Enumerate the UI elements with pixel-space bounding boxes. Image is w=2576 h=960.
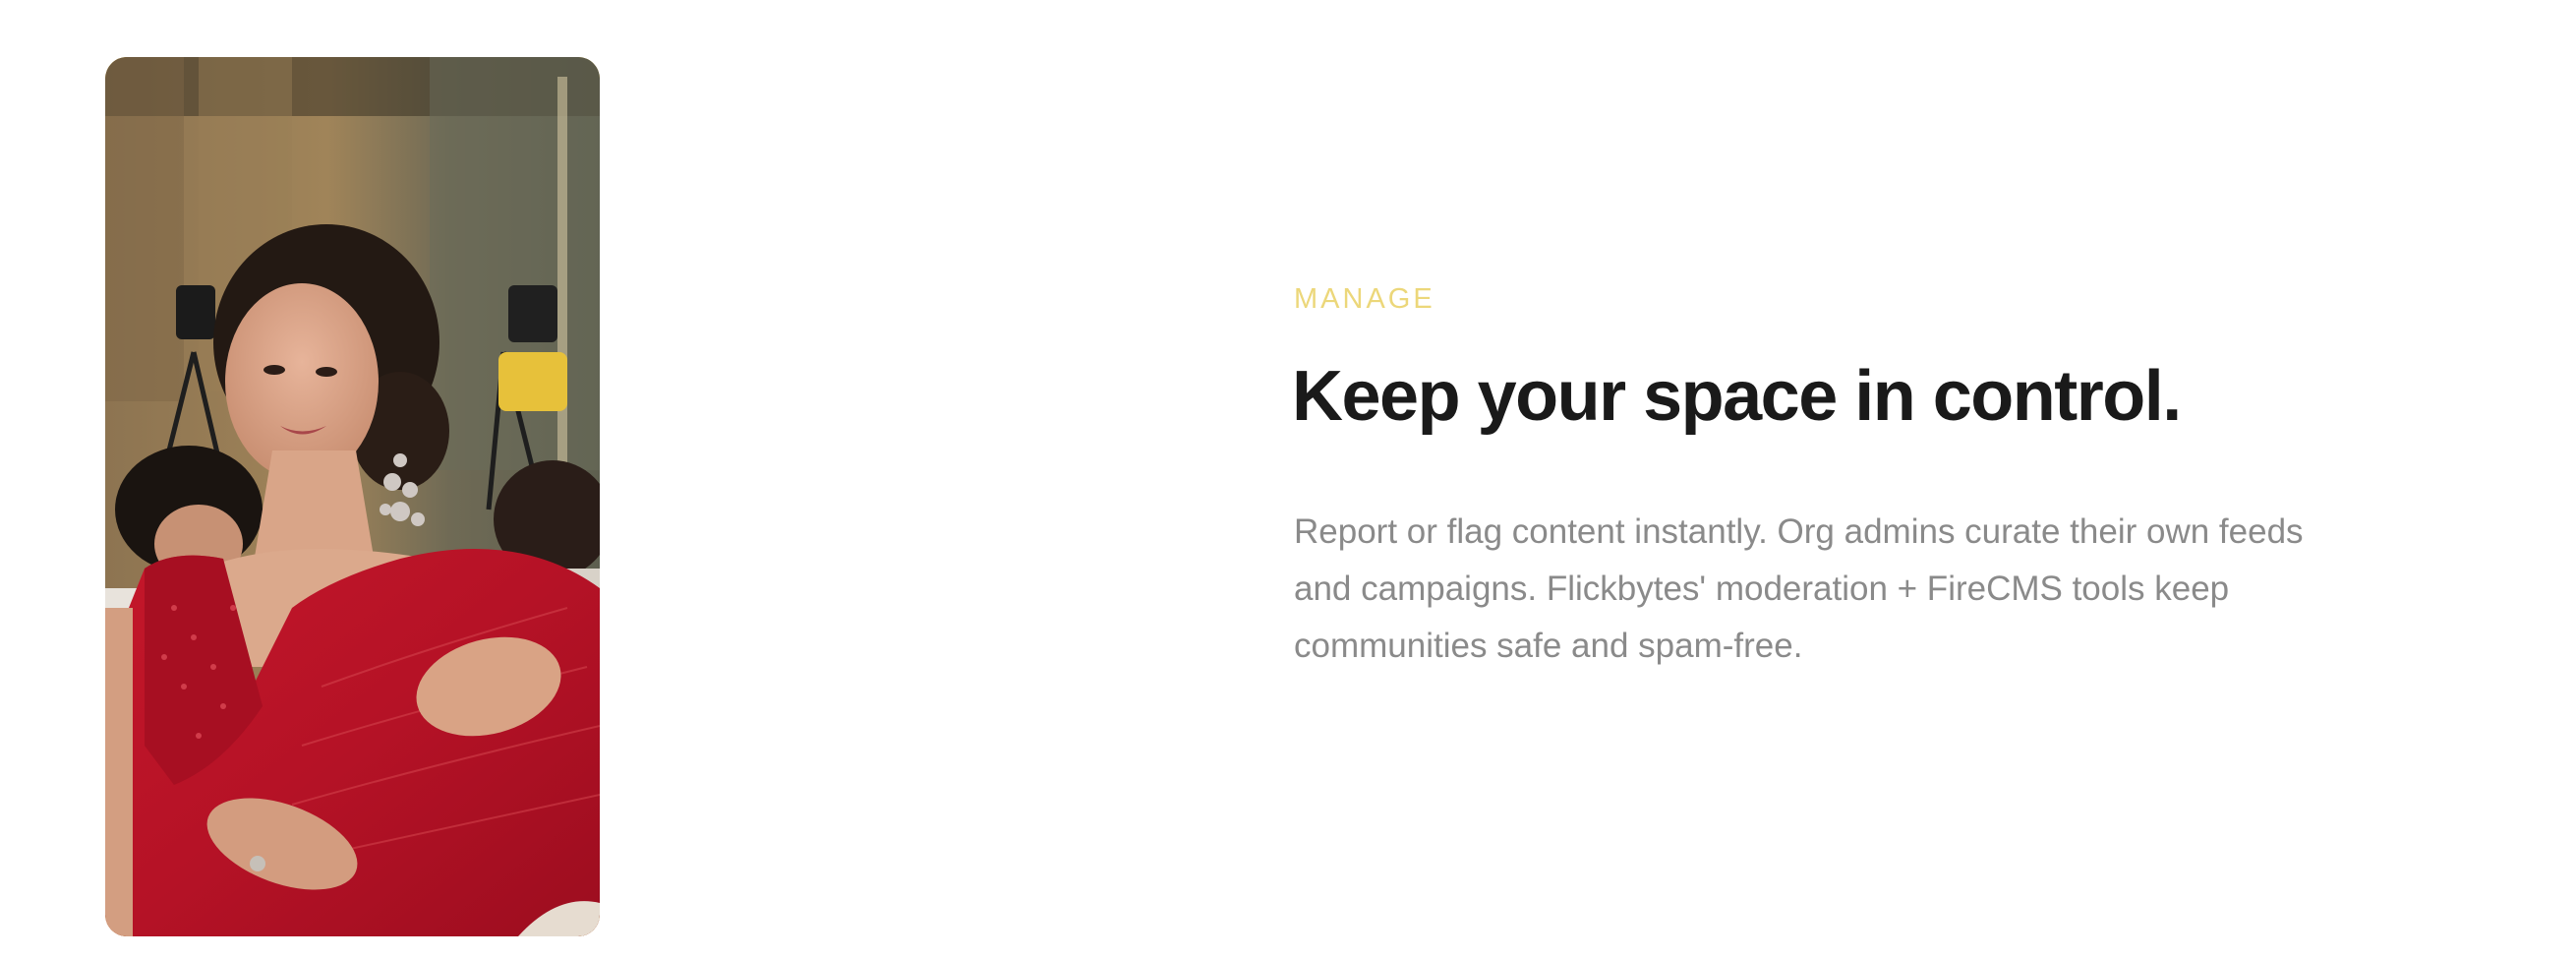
feature-photo: [105, 57, 600, 936]
feature-photo-card: [105, 57, 600, 936]
section-eyebrow: MANAGE: [1294, 283, 1435, 315]
section-description: Report or flag content instantly. Org ad…: [1294, 512, 2304, 665]
feature-section: MANAGE Keep your space in control. Repor…: [0, 0, 2576, 960]
section-headline: Keep your space in control.: [1292, 357, 2182, 436]
